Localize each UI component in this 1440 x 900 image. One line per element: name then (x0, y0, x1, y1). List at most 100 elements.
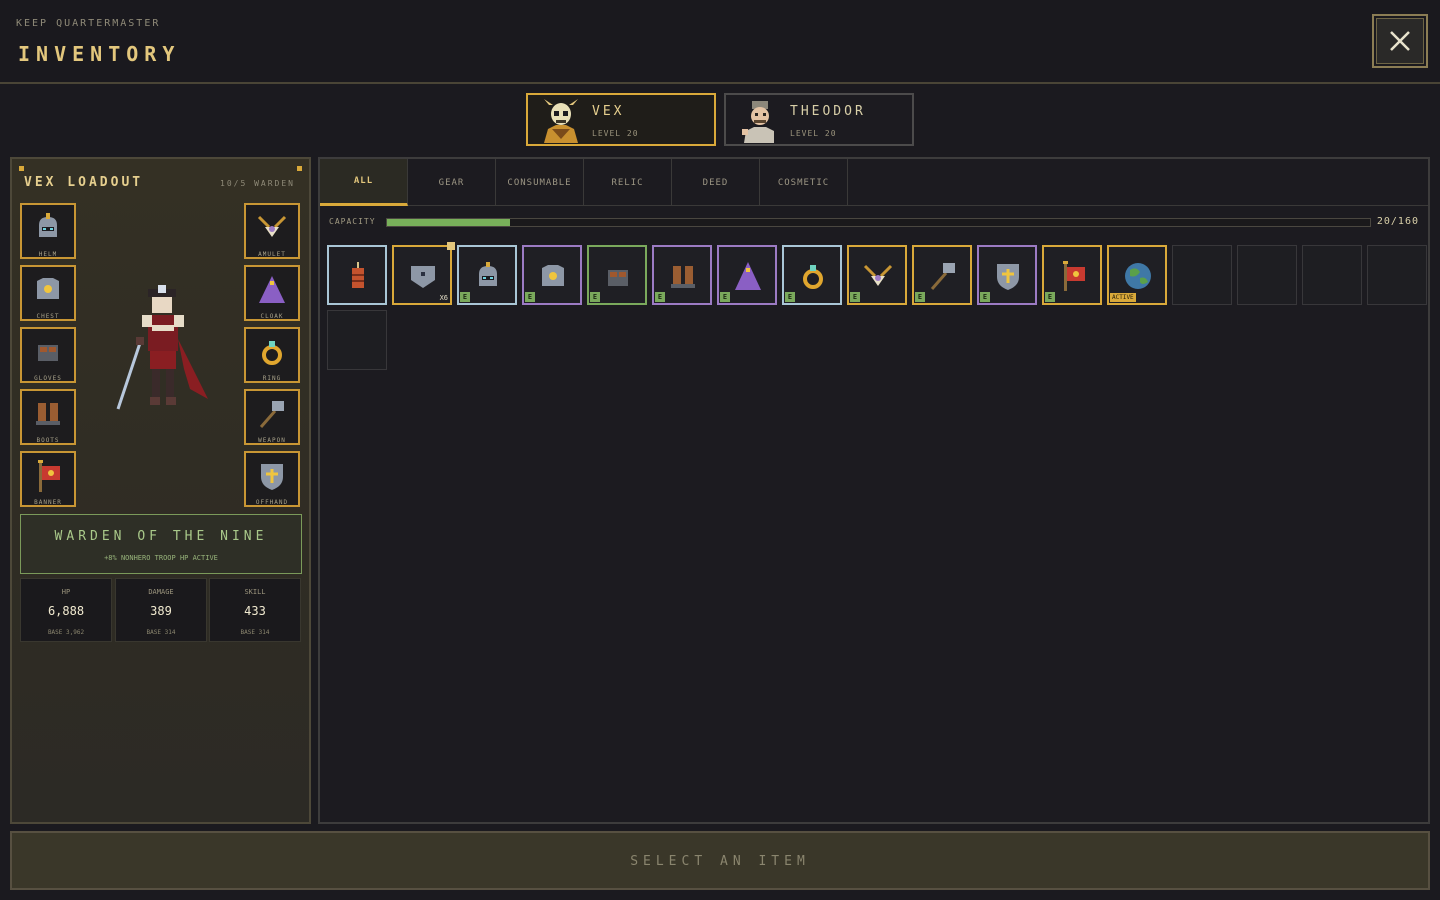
equip-slot-ring[interactable]: RING (244, 327, 300, 383)
tab-deed[interactable]: DEED (672, 159, 760, 206)
cloak-icon (735, 262, 761, 290)
slot-label: RING (262, 375, 282, 382)
inventory-item-ring[interactable]: E (782, 245, 842, 305)
empty-inventory-slot[interactable] (1237, 245, 1297, 305)
equipped-badge: E (590, 292, 600, 302)
slot-label: CLOAK (260, 313, 284, 320)
globe-cosmetic-icon (1125, 263, 1151, 289)
tab-all[interactable]: ALL (320, 159, 408, 206)
slot-label: HELM (38, 251, 58, 258)
empty-inventory-slot[interactable] (1367, 245, 1427, 305)
inventory-item-cloak[interactable]: E (717, 245, 777, 305)
banner-icon (1063, 261, 1085, 291)
equipped-badge: E (915, 292, 925, 302)
hero-tab-vex[interactable]: VEX LEVEL 20 (526, 93, 716, 146)
tab-gear[interactable]: GEAR (408, 159, 496, 206)
header-kicker: KEEP QUARTERMASTER (16, 18, 161, 29)
set-name: WARDEN OF THE NINE (54, 529, 268, 544)
amulet-icon (257, 215, 287, 237)
equip-slot-amulet[interactable]: AMULET (244, 203, 300, 259)
ring-icon (803, 265, 823, 289)
stat-value: 6,888 (47, 604, 85, 618)
equip-slot-cloak[interactable]: CLOAK (244, 265, 300, 321)
stat-label: DAMAGE (148, 588, 174, 596)
filter-tabs: ALL GEAR CONSUMABLE RELIC DEED COSMETIC (320, 159, 1428, 206)
equip-slot-banner[interactable]: BANNER (20, 451, 76, 507)
capacity-bar (386, 218, 1371, 227)
stat-base: BASE 3,962 (47, 629, 85, 636)
equipped-badge: E (655, 292, 665, 302)
helm-icon (479, 262, 497, 286)
close-button[interactable] (1372, 14, 1428, 68)
equip-slot-chest[interactable]: CHEST (20, 265, 76, 321)
stat-skill: SKILL 433 BASE 314 (209, 578, 301, 642)
stat-base: BASE 314 (240, 629, 270, 636)
cloak-icon (259, 276, 285, 303)
page-title: INVENTORY (18, 42, 181, 66)
slot-label: GLOVES (34, 375, 62, 382)
slot-label: BANNER (34, 499, 62, 506)
new-item-marker (447, 242, 455, 250)
slot-label: WEAPON (258, 437, 286, 444)
header-bar: KEEP QUARTERMASTER INVENTORY (0, 0, 1440, 84)
item-detail-bar: SELECT AN ITEM (10, 831, 1430, 890)
hero-level: LEVEL 20 (592, 129, 639, 138)
inventory-item-dynamite[interactable] (327, 245, 387, 305)
capacity-fill (387, 219, 510, 226)
inventory-item-gloves[interactable]: E (587, 245, 647, 305)
hero-name: VEX (592, 104, 625, 119)
hammer-icon (930, 263, 955, 290)
banner-icon (38, 460, 60, 492)
equip-slot-offhand[interactable]: OFFHAND (244, 451, 300, 507)
inventory-item-banner-token[interactable]: X6 (392, 242, 455, 305)
empty-inventory-slot[interactable] (327, 310, 387, 370)
tab-relic[interactable]: RELIC (584, 159, 672, 206)
inventory-item-amulet[interactable]: E (847, 245, 907, 305)
tab-consumable[interactable]: CONSUMABLE (496, 159, 584, 206)
equipped-badge: E (850, 292, 860, 302)
stat-hp: HP 6,888 BASE 3,962 (20, 578, 112, 642)
set-bonus-box: WARDEN OF THE NINE +8% NONHERO TROOP HP … (20, 514, 302, 574)
set-bonus-text: +8% NONHERO TROOP HP ACTIVE (104, 554, 218, 562)
inventory-item-banner[interactable]: E (1042, 245, 1102, 305)
shield-icon (997, 264, 1019, 290)
inventory-item-chest-armor[interactable]: E (522, 245, 582, 305)
hero-name: THEODOR (790, 104, 866, 119)
inventory-item-helm[interactable]: E (457, 245, 517, 305)
tab-cosmetic[interactable]: COSMETIC (760, 159, 848, 206)
active-badge: ACTIVE (1110, 293, 1136, 302)
slot-label: OFFHAND (255, 499, 289, 506)
equip-slot-helm[interactable]: HELM (20, 203, 76, 259)
empty-inventory-slot[interactable] (1302, 245, 1362, 305)
stat-value: 433 (244, 604, 266, 618)
quantity-badge: X6 (439, 294, 448, 302)
loadout-title: VEX LOADOUT (24, 175, 144, 190)
close-icon (1390, 31, 1410, 51)
equipped-badge: E (785, 292, 795, 302)
hero-level: LEVEL 20 (790, 129, 837, 138)
equipped-badge: E (980, 292, 990, 302)
inventory-item-globe-cosmetic[interactable]: ACTIVE (1107, 245, 1167, 305)
equip-slot-gloves[interactable]: GLOVES (20, 327, 76, 383)
capacity-count: 20/160 (1376, 216, 1419, 227)
stat-damage: DAMAGE 389 BASE 314 (115, 578, 207, 642)
shield-icon (261, 464, 283, 490)
boots-icon (36, 403, 60, 425)
inventory-item-shield[interactable]: E (977, 245, 1037, 305)
stat-label: HP (61, 588, 71, 596)
gloves-icon (38, 345, 58, 361)
inventory-item-boots[interactable]: E (652, 245, 712, 305)
hero-tab-theodor[interactable]: THEODOR LEVEL 20 (724, 93, 914, 146)
equip-slot-weapon[interactable]: WEAPON (244, 389, 300, 445)
equipped-badge: E (525, 292, 535, 302)
banner-token-icon (411, 266, 435, 288)
amulet-icon (863, 264, 893, 286)
stat-label: SKILL (244, 588, 266, 596)
stat-value: 389 (150, 604, 172, 618)
corner-marker (297, 166, 302, 171)
inventory-item-hammer[interactable]: E (912, 245, 972, 305)
slot-label: AMULET (258, 251, 286, 258)
inventory-panel: ALL GEAR CONSUMABLE RELIC DEED COSMETIC … (318, 157, 1430, 824)
empty-inventory-slot[interactable] (1172, 245, 1232, 305)
equip-slot-boots[interactable]: BOOTS (20, 389, 76, 445)
